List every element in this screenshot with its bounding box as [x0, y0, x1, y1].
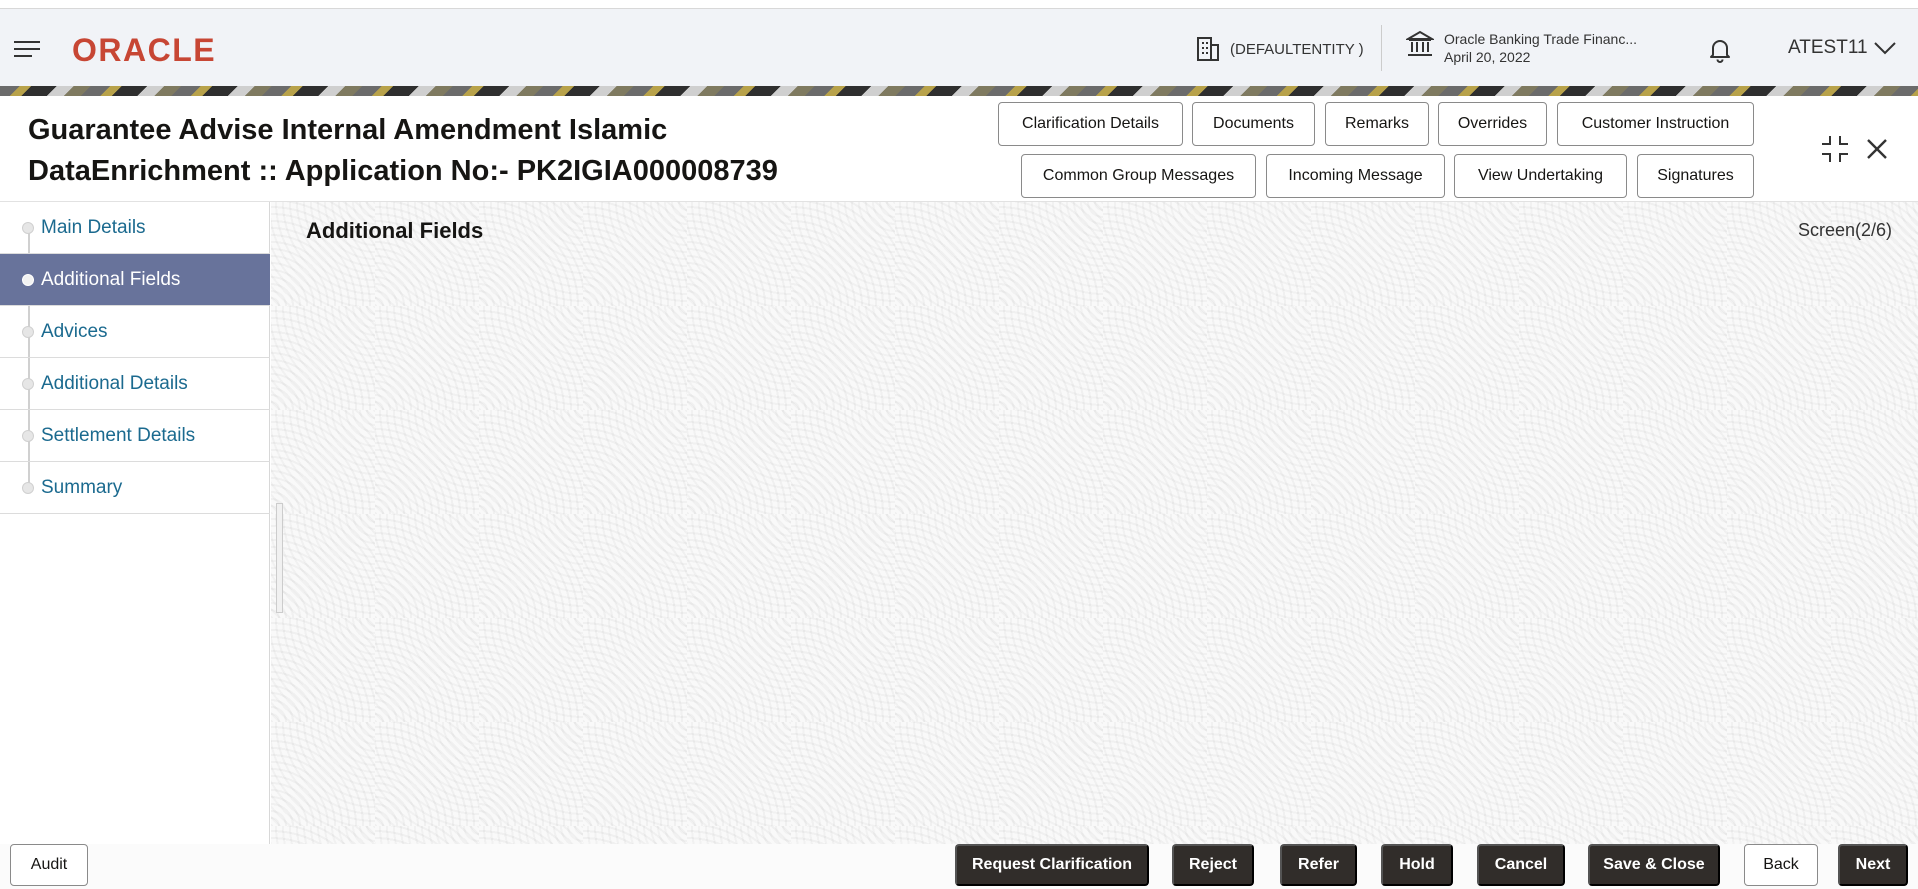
sidebar-item-additional-details[interactable]: Additional Details [0, 358, 270, 410]
section-title: Additional Fields [306, 218, 484, 243]
view-undertaking-button[interactable]: View Undertaking [1454, 154, 1627, 198]
request-clarification-button[interactable]: Request Clarification [955, 844, 1149, 886]
cancel-button[interactable]: Cancel [1477, 844, 1565, 886]
close-icon[interactable] [1864, 136, 1894, 166]
oracle-logo: ORACLE [72, 32, 217, 68]
page-header: Guarantee Advise Internal Amendment Isla… [0, 96, 1918, 202]
bell-icon[interactable] [1708, 37, 1732, 68]
panel-resize-handle[interactable] [276, 503, 283, 613]
bank-icon [1406, 30, 1434, 56]
user-menu[interactable]: ATEST11 [1788, 37, 1896, 59]
clarification-details-button[interactable]: Clarification Details [998, 102, 1183, 146]
page-title-line1: Guarantee Advise Internal Amendment Isla… [28, 114, 668, 146]
step-dot [22, 430, 34, 442]
entity-label: (DEFAULTENTITY ) [1230, 40, 1364, 58]
save-close-button[interactable]: Save & Close [1588, 844, 1720, 886]
sidebar-item-label: Additional Details [41, 372, 188, 394]
step-dot [22, 378, 34, 390]
audit-button[interactable]: Audit [10, 844, 88, 886]
bank-name: Oracle Banking Trade Financ... [1444, 31, 1637, 47]
step-dot [22, 274, 34, 286]
sidebar-item-main-details[interactable]: Main Details [0, 202, 270, 254]
incoming-message-button[interactable]: Incoming Message [1266, 154, 1445, 198]
sidebar-item-label: Settlement Details [41, 424, 196, 446]
app-header: ORACLE (DEFAULTENTITY ) Oracle Banking T… [0, 8, 1918, 86]
hold-button[interactable]: Hold [1381, 844, 1453, 886]
building-icon [1197, 37, 1219, 61]
refer-button[interactable]: Refer [1280, 844, 1357, 886]
signatures-button[interactable]: Signatures [1637, 154, 1754, 198]
customer-instruction-button[interactable]: Customer Instruction [1557, 102, 1754, 146]
hamburger-menu-icon[interactable] [14, 41, 40, 57]
remarks-button[interactable]: Remarks [1325, 102, 1429, 146]
overrides-button[interactable]: Overrides [1438, 102, 1547, 146]
user-name: ATEST11 [1788, 37, 1868, 58]
step-dot [22, 326, 34, 338]
step-navigation: Main Details Additional Fields Advices A… [0, 202, 270, 844]
page-title-line2: DataEnrichment :: Application No:- PK2IG… [28, 155, 778, 187]
page-title: Guarantee Advise Internal Amendment Isla… [28, 110, 828, 192]
sidebar-item-label: Advices [41, 320, 108, 342]
common-group-messages-button[interactable]: Common Group Messages [1021, 154, 1256, 198]
sidebar-item-settlement-details[interactable]: Settlement Details [0, 410, 270, 462]
sidebar-item-label: Additional Fields [41, 268, 181, 290]
decorative-banner [0, 86, 1918, 96]
chevron-down-icon [1873, 42, 1896, 55]
next-button[interactable]: Next [1838, 844, 1908, 886]
action-footer: Audit Request Clarification Reject Refer… [0, 844, 1918, 889]
step-dot [22, 482, 34, 494]
sidebar-item-label: Summary [41, 476, 123, 498]
header-divider [1381, 25, 1382, 71]
entity-selector[interactable]: (DEFAULTENTITY ) [1196, 36, 1364, 62]
reject-button[interactable]: Reject [1172, 844, 1254, 886]
documents-button[interactable]: Documents [1192, 102, 1315, 146]
sidebar-item-summary[interactable]: Summary [0, 462, 270, 514]
sidebar-item-additional-fields[interactable]: Additional Fields [0, 254, 270, 306]
minimize-icon[interactable] [1820, 134, 1850, 164]
branch-date: April 20, 2022 [1444, 49, 1531, 65]
branch-selector[interactable]: Oracle Banking Trade Financ... April 20,… [1406, 30, 1637, 66]
step-dot [22, 222, 34, 234]
main-content: Additional Fields Screen(2/6) [271, 202, 1918, 844]
back-button[interactable]: Back [1744, 844, 1818, 886]
sidebar-item-advices[interactable]: Advices [0, 306, 270, 358]
screen-indicator: Screen(2/6) [1797, 220, 1892, 240]
sidebar-item-label: Main Details [41, 216, 146, 238]
